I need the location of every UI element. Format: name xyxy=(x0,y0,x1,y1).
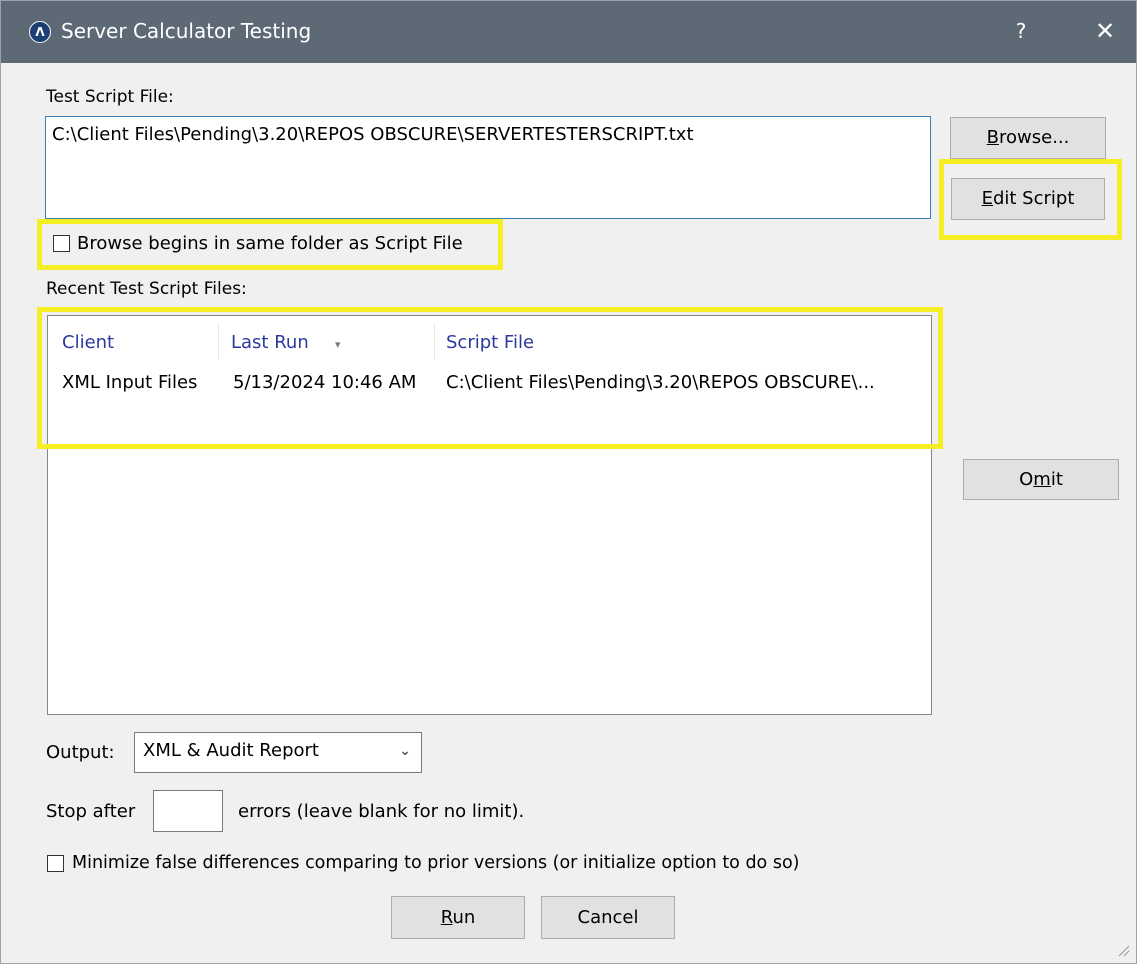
row-script-file: C:\Client Files\Pending\3.20\REPOS OBSCU… xyxy=(446,372,875,393)
column-header-script-file[interactable]: Script File xyxy=(446,332,534,353)
run-button[interactable]: Run xyxy=(391,896,525,939)
omit-label-end: it xyxy=(1050,469,1063,490)
browse-button[interactable]: Browse... xyxy=(950,117,1106,159)
column-header-last-run[interactable]: Last Run xyxy=(231,332,309,353)
browse-label: rowse... xyxy=(999,127,1070,148)
sort-descending-icon: ▾ xyxy=(335,338,341,351)
output-select[interactable]: XML & Audit Report ⌄ xyxy=(134,732,422,773)
output-selected-value: XML & Audit Report xyxy=(143,740,319,761)
browse-mnemonic: B xyxy=(986,127,999,148)
stop-after-input[interactable] xyxy=(153,790,223,832)
omit-mnemonic: m xyxy=(1033,469,1051,490)
test-script-file-label: Test Script File: xyxy=(46,87,174,107)
test-script-file-value: C:\Client Files\Pending\3.20\REPOS OBSCU… xyxy=(52,124,694,145)
recent-files-list[interactable]: Client Last Run ▾ Script File XML Input … xyxy=(47,315,932,715)
recent-files-label: Recent Test Script Files: xyxy=(46,279,247,299)
chevron-down-icon: ⌄ xyxy=(399,743,411,759)
edit-script-label: dit Script xyxy=(992,188,1075,209)
omit-label-start: O xyxy=(1019,469,1034,490)
column-separator[interactable] xyxy=(218,324,219,360)
row-client: XML Input Files xyxy=(62,372,198,393)
test-script-file-input[interactable]: C:\Client Files\Pending\3.20\REPOS OBSCU… xyxy=(45,116,931,219)
minimize-differences-label[interactable]: Minimize false differences comparing to … xyxy=(72,853,799,873)
browse-same-folder-checkbox[interactable] xyxy=(53,235,70,252)
close-button[interactable]: ✕ xyxy=(1085,15,1125,47)
resize-grip-icon[interactable] xyxy=(1116,943,1130,957)
omit-button[interactable]: Omit xyxy=(963,459,1119,500)
browse-same-folder-label[interactable]: Browse begins in same folder as Script F… xyxy=(77,233,463,254)
column-separator[interactable] xyxy=(434,324,435,360)
column-header-client[interactable]: Client xyxy=(62,332,114,353)
title-bar[interactable]: Λ Server Calculator Testing ? ✕ xyxy=(1,1,1136,63)
cancel-button[interactable]: Cancel xyxy=(541,896,675,939)
stop-after-suffix: errors (leave blank for no limit). xyxy=(238,801,525,822)
output-label: Output: xyxy=(46,742,115,763)
edit-script-mnemonic: E xyxy=(981,188,993,209)
run-mnemonic: R xyxy=(440,907,453,928)
dialog-window: Λ Server Calculator Testing ? ✕ Test Scr… xyxy=(0,0,1137,964)
app-logo-icon: Λ xyxy=(29,21,51,43)
minimize-differences-checkbox[interactable] xyxy=(47,855,64,872)
help-button[interactable]: ? xyxy=(1006,15,1036,47)
row-last-run: 5/13/2024 10:46 AM xyxy=(233,372,417,393)
window-title: Server Calculator Testing xyxy=(61,19,312,43)
stop-after-label: Stop after xyxy=(46,801,136,822)
edit-script-button[interactable]: Edit Script xyxy=(951,178,1105,220)
run-label: un xyxy=(452,907,476,928)
